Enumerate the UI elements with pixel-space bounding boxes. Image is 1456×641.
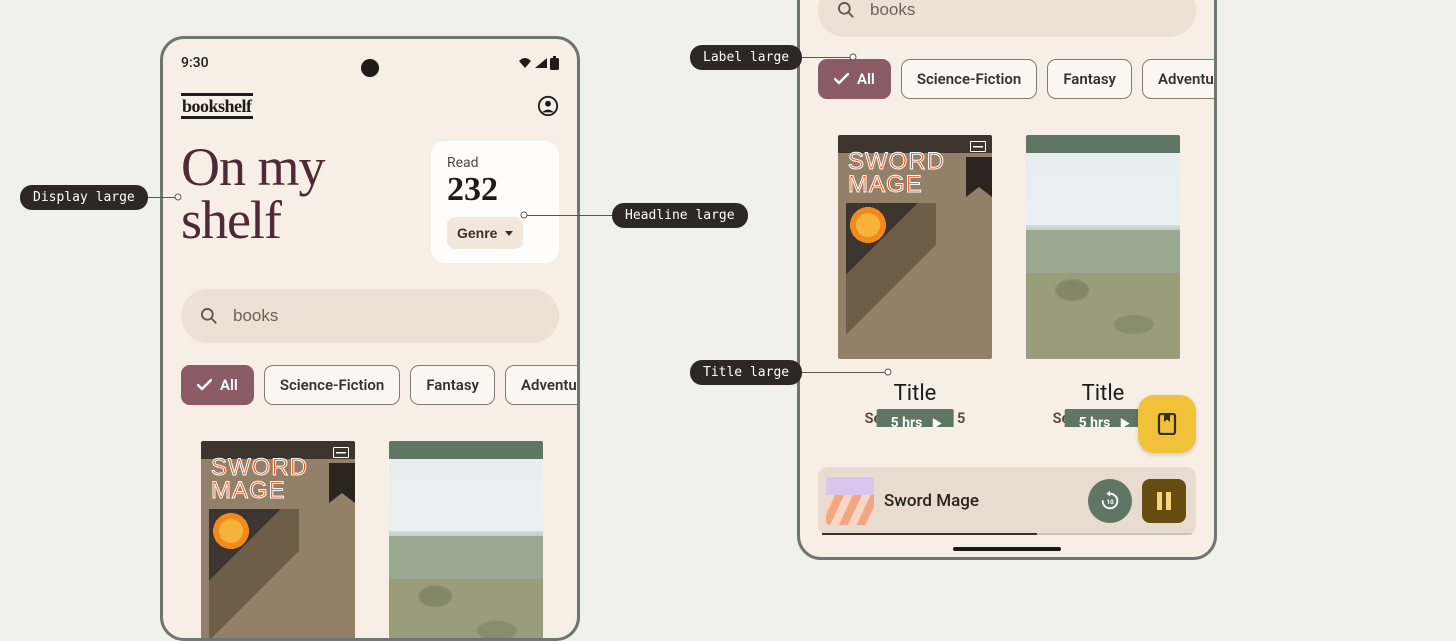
cover-title: SWORDMAGE [211,457,308,503]
check-icon [834,73,849,85]
playback-progress[interactable] [822,533,1192,535]
search-icon [199,306,219,326]
book-cover: SWORDMAGE [201,441,355,641]
book-cover: SWORDMAGE [838,135,992,359]
chip-scifi[interactable]: Science-Fiction [901,59,1038,99]
duration-badge[interactable]: 5 hrs [877,409,954,427]
stat-label: Read [447,155,543,171]
search-icon [836,0,856,20]
tablet-icon [970,141,986,152]
chip-adventure[interactable]: Adventure [505,365,577,405]
chip-fantasy-label: Fantasy [1063,70,1116,88]
rewind-10-icon: 10 [1099,490,1121,512]
camera-cutout [361,59,379,77]
battery-icon [550,56,559,70]
page-title-line1: On my [181,137,325,197]
chip-adventure[interactable]: Adventure [1142,59,1214,99]
page-title: On my shelf [181,141,417,247]
chevron-down-icon [505,231,513,236]
rewind-10-button[interactable]: 10 [1088,479,1132,523]
book-carousel[interactable]: SWORDMAGE 5 hrs Title Season 3 • Ep 5 5 … [800,99,1214,427]
chip-adventure-label: Adventure [1158,70,1214,88]
book-card[interactable]: SWORDMAGE 5 hrs Title Season 3 • Ep 5 [838,135,992,427]
chip-all[interactable]: All [818,59,891,99]
page-title-line2: shelf [181,190,281,250]
search-input[interactable] [233,306,541,326]
book-card[interactable]: 5 hrs Title Season 3 • Ep 5 [1026,135,1180,427]
play-icon [1120,418,1129,428]
search-bar[interactable] [818,0,1196,37]
now-playing-bar[interactable]: Sword Mage 10 [818,467,1196,535]
app-bar: bookshelf [163,79,577,125]
check-icon [197,379,212,391]
annotation-headline-large: Headline large [612,203,748,228]
play-icon [932,418,941,428]
chip-scifi-label: Science-Fiction [280,376,385,394]
chip-all-label: All [220,376,238,394]
book-carousel[interactable]: SWORDMAGE [163,405,577,641]
annotation-display-large: Display large [20,185,148,210]
signal-icon [534,57,548,69]
book-card[interactable] [389,441,543,641]
pause-icon [1156,492,1172,510]
ribbon-icon [329,463,355,503]
stat-value: 232 [447,173,543,207]
bookmark-icon [1157,413,1177,435]
chip-adventure-label: Adventure [521,376,577,394]
stat-card: Read 232 Genre [431,141,559,263]
book-cover [1026,135,1180,359]
search-bar[interactable] [181,289,559,343]
genre-dropdown[interactable]: Genre [447,217,523,249]
cover-title: SWORDMAGE [848,151,945,197]
phone-mock-right: All Science-Fiction Fantasy Adventure SW… [797,0,1217,560]
book-title: Title [894,381,937,406]
account-icon[interactable] [537,95,559,117]
book-cover [389,441,543,641]
chip-scifi[interactable]: Science-Fiction [264,365,401,405]
chip-fantasy[interactable]: Fantasy [1047,59,1132,99]
annotation-title-large: Title large [690,360,802,385]
filter-chips: All Science-Fiction Fantasy Adventure [800,37,1214,99]
chip-fantasy-label: Fantasy [426,376,479,394]
chip-fantasy[interactable]: Fantasy [410,365,495,405]
now-playing-title: Sword Mage [884,491,1078,511]
wifi-icon [518,57,532,69]
now-playing-thumb [826,477,874,525]
filter-chips: All Science-Fiction Fantasy Adventure [163,343,577,405]
search-input[interactable] [870,0,1178,20]
gesture-handle[interactable] [953,547,1061,551]
annotation-label-large: Label large [690,45,802,70]
ribbon-icon [966,157,992,197]
genre-dropdown-label: Genre [457,225,497,241]
svg-text:10: 10 [1106,498,1114,506]
book-title: Title [1082,381,1125,406]
app-logo: bookshelf [181,93,253,119]
chip-all[interactable]: All [181,365,254,405]
hero-section: On my shelf Read 232 Genre [163,125,577,263]
book-card[interactable]: SWORDMAGE [201,441,355,641]
phone-mock-left: 9:30 bookshelf On my shelf Read 232 Genr… [160,36,580,641]
duration-text: 5 hrs [891,415,923,427]
pause-button[interactable] [1142,479,1186,523]
duration-badge[interactable]: 5 hrs [1065,409,1142,427]
tablet-icon [333,447,349,458]
chip-scifi-label: Science-Fiction [917,70,1022,88]
status-time: 9:30 [181,55,209,71]
duration-text: 5 hrs [1079,415,1111,427]
chip-all-label: All [857,70,875,88]
bookmark-fab[interactable] [1138,395,1196,453]
